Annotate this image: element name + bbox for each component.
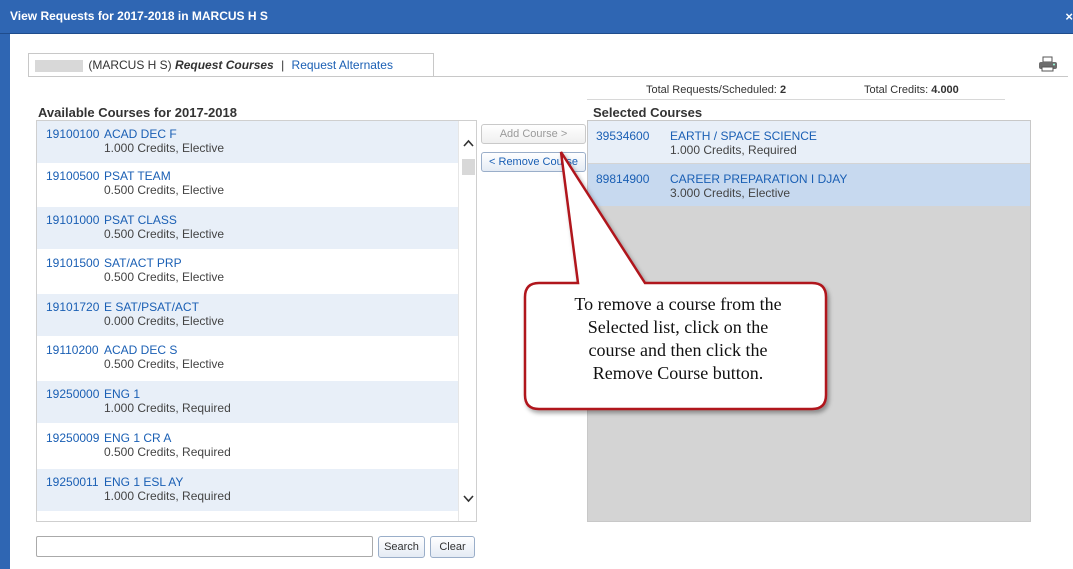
tab-separator: | — [281, 58, 285, 72]
course-code: 39534600 — [596, 129, 650, 143]
search-input[interactable] — [36, 536, 373, 557]
callout-line: Selected list, click on the — [587, 317, 769, 337]
course-credits: 0.500 Credits, Elective — [104, 270, 225, 284]
available-scrollbar[interactable] — [458, 121, 476, 521]
total-credits-value: 4.000 — [931, 84, 959, 96]
course-credits: 0.500 Credits, Elective — [104, 357, 225, 371]
scrollbar-thumb[interactable] — [462, 159, 475, 175]
course-name: EARTH / SPACE SCIENCE — [670, 129, 817, 143]
dialog-titlebar: View Requests for 2017-2018 in MARCUS H … — [0, 0, 1073, 34]
callout-text: To remove a course from the Selected lis… — [528, 293, 828, 385]
course-credits: 1.000 Credits, Elective — [104, 141, 225, 155]
course-credits: 1.000 Credits, Required — [104, 401, 231, 415]
course-name: ENG 1 — [104, 387, 141, 401]
list-item[interactable]: 19101500 SAT/ACT PRP 0.500 Credits, Elec… — [37, 250, 459, 292]
printer-icon[interactable] — [1038, 56, 1058, 72]
course-code: 19250000 — [46, 387, 100, 401]
dialog-title: View Requests for 2017-2018 in MARCUS H … — [10, 9, 268, 23]
course-name: ENG 1 ESL AY — [104, 475, 184, 489]
list-item[interactable]: 19250000 ENG 1 1.000 Credits, Required — [37, 381, 459, 423]
course-code: 19101000 — [46, 213, 100, 227]
total-credits-label: Total Credits: — [864, 84, 929, 96]
course-code: 19250011 — [46, 475, 99, 489]
course-name: ACAD DEC F — [104, 127, 177, 141]
course-name: ENG 1 CR A — [104, 431, 172, 445]
total-requests: Total Requests/Scheduled: 2 — [646, 84, 786, 96]
search-button[interactable]: Search — [378, 536, 425, 558]
clear-button[interactable]: Clear — [430, 536, 475, 558]
tab-underline — [28, 76, 1068, 77]
list-item[interactable]: 19250009 ENG 1 CR A 0.500 Credits, Requi… — [37, 425, 459, 467]
available-courses-list[interactable]: 19100100 ACAD DEC F 1.000 Credits, Elect… — [36, 120, 477, 522]
callout-line: course and then click the — [588, 340, 768, 360]
list-item[interactable]: 19250011 ENG 1 ESL AY 1.000 Credits, Req… — [37, 469, 459, 511]
totals-divider — [587, 99, 1005, 100]
add-course-button[interactable]: Add Course > — [481, 124, 586, 144]
list-item[interactable]: 19101000 PSAT CLASS 0.500 Credits, Elect… — [37, 207, 459, 249]
total-requests-label: Total Requests/Scheduled: — [646, 84, 777, 96]
list-item[interactable]: 19100500 PSAT TEAM 0.500 Credits, Electi… — [37, 163, 459, 205]
total-requests-value: 2 — [779, 84, 787, 96]
course-code: 19100100 — [46, 127, 100, 141]
course-credits: 0.500 Credits, Required — [104, 445, 231, 459]
dialog-frame-left — [0, 34, 10, 569]
course-code: 19250009 — [46, 431, 100, 445]
selected-heading: Selected Courses — [593, 105, 703, 120]
total-credits: Total Credits: 4.000 — [864, 84, 959, 96]
course-name: ACAD DEC S — [104, 343, 178, 357]
course-code: 19100500 — [46, 169, 100, 183]
student-label: (MARCUS H S) — [88, 58, 172, 72]
callout-line: Remove Course button. — [592, 363, 764, 383]
course-code: 19101720 — [46, 300, 100, 314]
list-item[interactable]: 19100100 ACAD DEC F 1.000 Credits, Elect… — [37, 121, 459, 163]
course-code: 19110200 — [46, 343, 99, 357]
tab-strip: (MARCUS H S) Request Courses | Request A… — [28, 53, 434, 77]
close-icon[interactable]: × — [1065, 9, 1073, 24]
available-heading: Available Courses for 2017-2018 — [38, 105, 237, 120]
course-credits: 0.500 Credits, Elective — [104, 183, 225, 197]
course-credits: 0.500 Credits, Elective — [104, 227, 225, 241]
course-name: PSAT CLASS — [104, 213, 177, 227]
course-credits: 0.000 Credits, Elective — [104, 314, 225, 328]
tab-request-alternates[interactable]: Request Alternates — [292, 58, 393, 72]
course-name: E SAT/PSAT/ACT — [104, 300, 199, 314]
course-name: PSAT TEAM — [104, 169, 171, 183]
tab-request-courses[interactable]: Request Courses — [175, 58, 274, 72]
list-item[interactable]: 19101720 E SAT/PSAT/ACT 0.000 Credits, E… — [37, 294, 459, 336]
course-name: SAT/ACT PRP — [104, 256, 182, 270]
course-code: 19101500 — [46, 256, 100, 270]
chevron-up-icon[interactable] — [462, 137, 475, 149]
course-credits: 1.000 Credits, Required — [104, 489, 231, 503]
list-item[interactable]: 19110200 ACAD DEC S 0.500 Credits, Elect… — [37, 337, 459, 379]
redacted-student-id — [35, 59, 83, 72]
chevron-down-icon[interactable] — [462, 493, 475, 505]
callout-line: To remove a course from the — [574, 294, 782, 314]
